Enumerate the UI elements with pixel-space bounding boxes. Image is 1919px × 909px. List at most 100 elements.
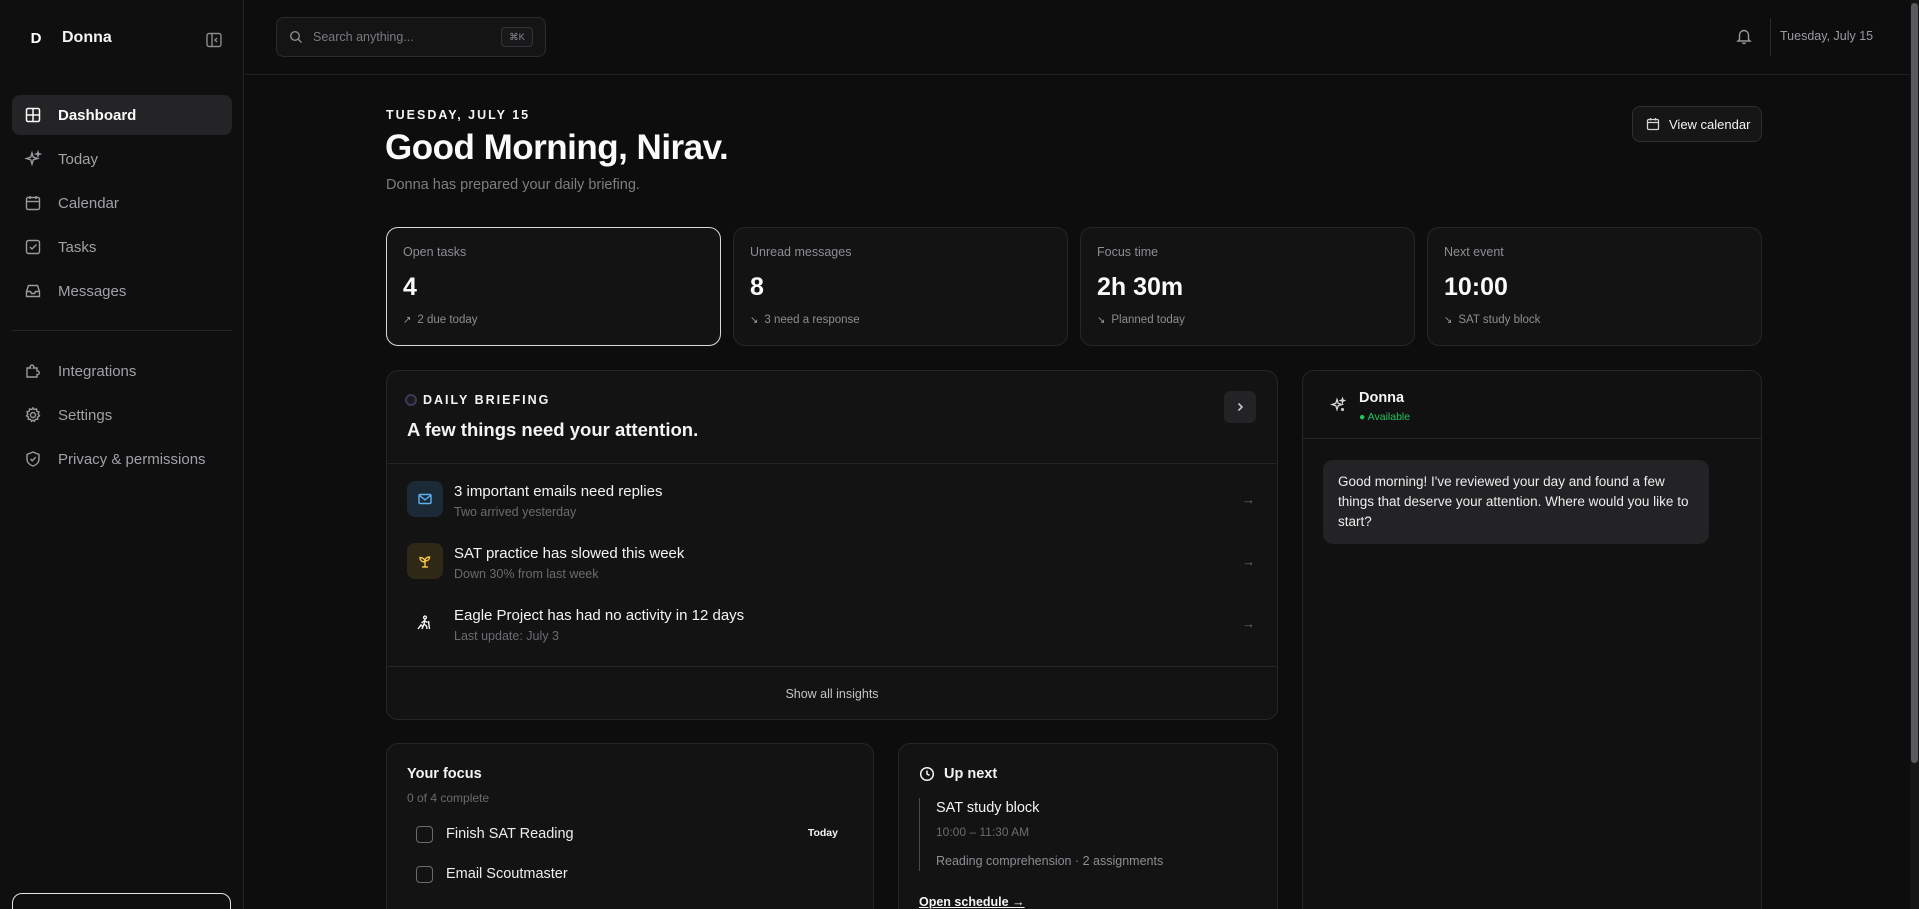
arrow-right-icon: → — [1242, 492, 1255, 507]
sidebar-footer-button[interactable] — [12, 893, 231, 909]
event-description: Reading comprehension · 2 assignments — [936, 854, 1164, 868]
event-time: 10:00 – 11:30 AM — [936, 825, 1030, 839]
sidebar-item-settings[interactable]: Settings — [12, 395, 232, 435]
chat-message: Good morning! I've reviewed your day and… — [1323, 460, 1709, 544]
focus-progress: 0 of 4 complete — [407, 791, 490, 805]
stat-label: Next event — [1444, 245, 1504, 259]
stat-label: Focus time — [1097, 245, 1159, 259]
sidebar-item-label: Integrations — [58, 362, 137, 380]
page-subtitle: Donna has prepared your daily briefing. — [386, 177, 640, 193]
topbar-divider — [1770, 18, 1771, 56]
brand-name: Donna — [62, 29, 112, 46]
bell-icon[interactable] — [1735, 27, 1753, 45]
topbar-date: Tuesday, July 15 — [1780, 29, 1874, 43]
scrollbar-thumb[interactable] — [1911, 3, 1918, 763]
search-shortcut: ⌘K — [501, 27, 533, 47]
task-label: Email Scoutmaster — [446, 866, 568, 882]
sidebar-item-label: Settings — [58, 406, 113, 424]
clock-icon — [919, 766, 935, 782]
show-all-insights-button[interactable]: Show all insights — [387, 666, 1277, 719]
sidebar-item-tasks[interactable]: Tasks — [12, 227, 232, 267]
sidebar-item-privacy[interactable]: Privacy & permissions — [12, 439, 232, 479]
daily-briefing-card: DAILY BRIEFING A few things need your at… — [386, 370, 1278, 720]
focus-title: Your focus — [407, 766, 482, 782]
page-scrollbar[interactable] — [1910, 0, 1919, 909]
insight-list: 3 important emails need replies Two arri… — [387, 464, 1277, 667]
calendar-icon — [24, 194, 42, 212]
event-item[interactable]: SAT study block 10:00 – 11:30 AM Reading… — [919, 798, 1257, 871]
grid-icon — [24, 106, 42, 124]
up-next-header: Up next — [919, 766, 1257, 782]
stat-note-text: SAT study block — [1458, 314, 1541, 326]
page-title: Good Morning, Nirav. — [385, 128, 729, 167]
arrow-down-right-icon: ↘ — [750, 314, 759, 326]
stat-card-open-tasks[interactable]: Open tasks 4 ↗ 2 due today — [386, 227, 721, 346]
stat-card-focus-time[interactable]: Focus time 2h 30m ↘ Planned today — [1080, 227, 1415, 346]
search-icon — [289, 30, 303, 44]
insight-subtitle: Two arrived yesterday — [454, 505, 577, 519]
up-next-title: Up next — [944, 766, 998, 782]
insight-item-sat[interactable]: SAT practice has slowed this week Down 3… — [407, 543, 1257, 605]
search-placeholder: Search anything... — [313, 30, 414, 44]
task-label: Finish SAT Reading — [446, 826, 574, 842]
stat-note-text: Planned today — [1111, 314, 1185, 326]
brand[interactable]: D Donna — [24, 26, 112, 50]
insight-text: SAT practice has slowed this week Down 3… — [454, 545, 684, 605]
stat-card-unread-messages[interactable]: Unread messages 8 ↘ 3 need a response — [733, 227, 1068, 346]
collapse-sidebar-icon[interactable] — [204, 30, 224, 50]
hiker-icon — [407, 605, 443, 641]
insight-text: 3 important emails need replies Two arri… — [454, 483, 662, 543]
task-checkbox[interactable] — [416, 825, 433, 843]
stat-card-next-event[interactable]: Next event 10:00 ↘ SAT study block — [1427, 227, 1762, 346]
sidebar-item-dashboard[interactable]: Dashboard — [12, 95, 232, 135]
sidebar-item-label: Today — [58, 150, 99, 168]
open-schedule-link[interactable]: Open schedule → — [919, 895, 1025, 909]
insight-item-eagle-project[interactable]: Eagle Project has had no activity in 12 … — [407, 605, 1257, 667]
search-input[interactable]: Search anything... ⌘K — [276, 17, 546, 57]
stat-label: Open tasks — [403, 245, 467, 259]
sidebar-item-label: Privacy & permissions — [58, 450, 206, 468]
sidebar-item-calendar[interactable]: Calendar — [12, 183, 232, 223]
insight-title: SAT practice has slowed this week — [454, 545, 685, 562]
insight-title: 3 important emails need replies — [454, 483, 663, 500]
arrow-down-right-icon: ↘ — [1444, 314, 1453, 326]
sidebar-item-messages[interactable]: Messages — [12, 271, 232, 311]
sidebar-nav-main: Dashboard Today Calendar Tasks Messages — [12, 95, 232, 315]
view-calendar-button[interactable]: View calendar — [1632, 106, 1762, 142]
task-item: Email Scoutmaster — [407, 863, 853, 885]
stat-value: 2h 30m — [1097, 273, 1184, 301]
briefing-dot-icon — [405, 394, 417, 406]
insight-subtitle: Last update: July 3 — [454, 629, 559, 643]
sidebar-divider — [12, 330, 232, 331]
chat-assistant-name: Donna — [1359, 390, 1405, 406]
gear-icon — [24, 406, 42, 424]
sidebar-item-label: Messages — [58, 282, 127, 300]
sidebar-item-integrations[interactable]: Integrations — [12, 351, 232, 391]
sidebar-item-label: Dashboard — [58, 106, 137, 124]
stat-value: 8 — [750, 273, 764, 301]
arrow-right-icon: → — [1242, 616, 1255, 631]
sparkle-icon — [24, 150, 42, 168]
sidebar: D Donna Dashboard Today Calendar Tasks M… — [0, 0, 244, 909]
insight-text: Eagle Project has had no activity in 12 … — [454, 607, 744, 667]
stat-value: 4 — [403, 273, 417, 301]
sparkle-icon — [1330, 397, 1346, 413]
sidebar-item-today[interactable]: Today — [12, 139, 232, 179]
shield-icon — [24, 450, 42, 468]
chat-header: Donna ● Available — [1303, 371, 1761, 439]
calendar-icon — [1646, 117, 1660, 131]
arrow-down-right-icon: ↘ — [1097, 314, 1106, 326]
arrow-up-right-icon: ↗ — [403, 314, 412, 326]
chat-status: ● Available — [1359, 411, 1411, 423]
chevron-right-icon — [1234, 401, 1246, 413]
insight-item-emails[interactable]: 3 important emails need replies Two arri… — [407, 481, 1257, 543]
stat-note: ↗ 2 due today — [403, 314, 704, 326]
briefing-next-button[interactable] — [1224, 391, 1256, 423]
briefing-title: A few things need your attention. — [407, 419, 699, 440]
task-checkbox[interactable] — [416, 865, 433, 883]
arrow-right-icon: → — [1242, 554, 1255, 569]
event-title: SAT study block — [936, 800, 1040, 816]
sprout-icon — [407, 543, 443, 579]
check-square-icon — [24, 238, 42, 256]
brand-logo: D — [30, 29, 42, 47]
